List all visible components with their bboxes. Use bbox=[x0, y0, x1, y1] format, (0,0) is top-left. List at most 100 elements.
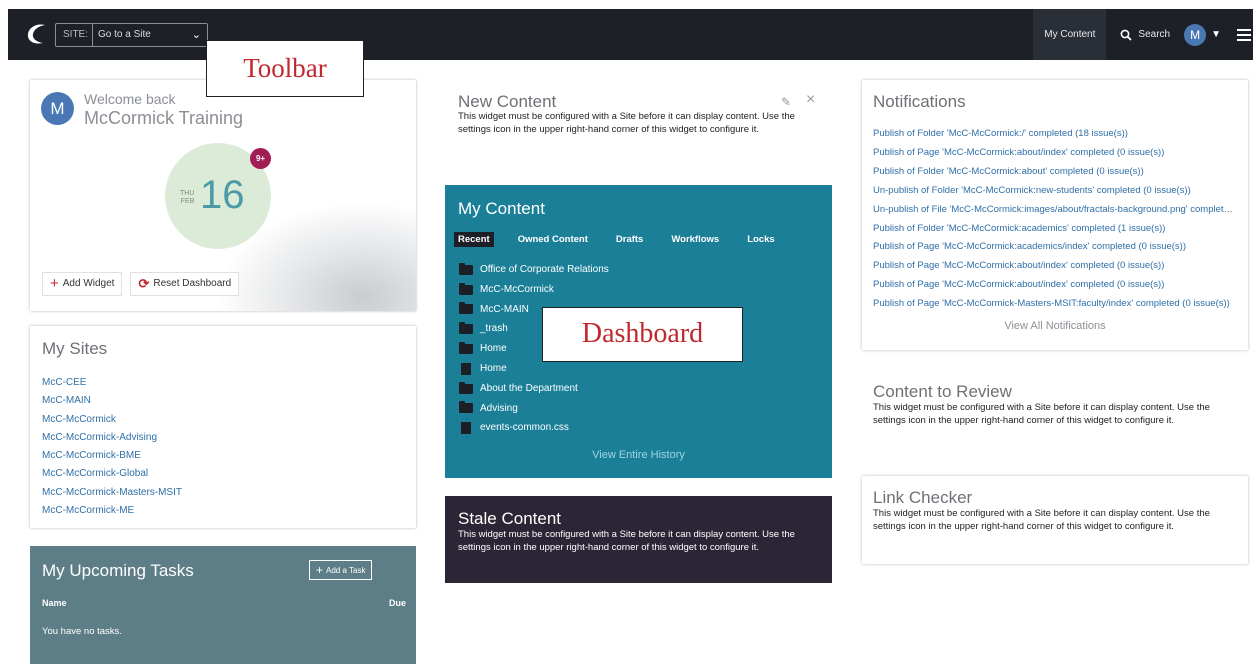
notifications-widget: Notifications Publish of Folder 'McC-McC… bbox=[862, 80, 1248, 350]
content-to-review-title: Content to Review bbox=[873, 382, 1012, 401]
list-item-label: Office of Corporate Relations bbox=[480, 264, 609, 275]
site-select-label: SITE: bbox=[63, 29, 89, 40]
tasks-title: My Upcoming Tasks bbox=[42, 561, 194, 580]
link-checker-title: Link Checker bbox=[873, 488, 973, 507]
new-content-widget: New Content ✎ × This widget must be conf… bbox=[446, 80, 832, 170]
view-all-notifications-link[interactable]: View All Notifications bbox=[862, 320, 1248, 332]
content-to-review-message: This widget must be configured with a Si… bbox=[873, 402, 1210, 426]
cascade-logo-icon[interactable] bbox=[23, 20, 51, 48]
link-checker-widget: Link Checker This widget must be configu… bbox=[862, 476, 1248, 564]
list-item[interactable]: About the Department bbox=[459, 379, 609, 399]
folder-icon bbox=[459, 401, 473, 414]
page-icon bbox=[461, 362, 471, 375]
date-month: FEB bbox=[180, 198, 195, 205]
upcoming-tasks-widget: My Upcoming Tasks + Add a Task Name Due Y… bbox=[30, 546, 416, 664]
welcome-greeting: Welcome back bbox=[84, 91, 176, 107]
chevron-down-icon[interactable]: ▼ bbox=[1211, 29, 1221, 40]
site-link[interactable]: McC-McCormick-Advising bbox=[42, 429, 182, 447]
notification-link[interactable]: Publish of Folder 'McC-McCormick:about' … bbox=[873, 163, 1235, 182]
my-content-title: My Content bbox=[458, 199, 545, 218]
notifications-title: Notifications bbox=[873, 92, 966, 111]
site-link[interactable]: McC-MAIN bbox=[42, 392, 182, 410]
notification-link[interactable]: Un-publish of Folder 'McC-McCormick:new-… bbox=[873, 182, 1235, 201]
reset-dashboard-label: Reset Dashboard bbox=[153, 278, 232, 289]
plus-icon: + bbox=[50, 275, 59, 292]
file-icon bbox=[461, 422, 471, 435]
toolbar-right: My Content Search M ▼ bbox=[1033, 9, 1253, 60]
site-select[interactable]: SITE: Go to a Site ⌄ bbox=[55, 23, 208, 47]
notification-link[interactable]: Publish of Page 'McC-McCormick:about/ind… bbox=[873, 257, 1235, 276]
my-content-link[interactable]: My Content bbox=[1033, 9, 1107, 60]
site-link[interactable]: McC-CEE bbox=[42, 374, 182, 392]
notification-link[interactable]: Publish of Page 'McC-McCormick-Masters-M… bbox=[873, 295, 1235, 314]
tab-locks[interactable]: Locks bbox=[743, 232, 778, 247]
list-item-label: _trash bbox=[480, 323, 508, 335]
date-weekday: THU bbox=[180, 190, 195, 197]
tasks-col-name[interactable]: Name bbox=[42, 598, 67, 608]
tasks-col-due[interactable]: Due bbox=[389, 598, 406, 608]
add-task-button[interactable]: + Add a Task bbox=[309, 560, 373, 580]
toolbar: SITE: Go to a Site ⌄ My Content Search M … bbox=[8, 9, 1253, 60]
stale-content-title: Stale Content bbox=[458, 509, 562, 528]
date-day: 16 bbox=[200, 173, 245, 217]
tab-drafts[interactable]: Drafts bbox=[612, 232, 647, 247]
list-item[interactable]: Advising bbox=[459, 399, 609, 419]
date-weekday-month: THU FEB bbox=[180, 190, 194, 206]
view-entire-history-link[interactable]: View Entire History bbox=[445, 449, 832, 461]
stale-content-widget: Stale Content This widget must be config… bbox=[445, 496, 832, 583]
add-widget-button[interactable]: + Add Widget bbox=[42, 272, 123, 296]
refresh-icon: ⟳ bbox=[138, 276, 150, 291]
hamburger-menu-icon[interactable] bbox=[1237, 26, 1251, 44]
notification-link[interactable]: Publish of Page 'McC-McCormick:about/ind… bbox=[873, 144, 1235, 163]
my-sites-list: McC-CEE McC-MAIN McC-McCormick McC-McCor… bbox=[42, 374, 182, 520]
list-item-label: Home bbox=[480, 362, 507, 374]
list-item[interactable]: Office of Corporate Relations bbox=[459, 260, 609, 280]
notification-link[interactable]: Publish of Folder 'McC-McCormick:/' comp… bbox=[873, 125, 1235, 144]
toolbar-annotation: Toolbar bbox=[206, 40, 364, 97]
content-to-review-widget: Content to Review This widget must be co… bbox=[862, 370, 1248, 468]
list-item-label: McC-McCormick bbox=[480, 283, 554, 295]
notification-link[interactable]: Publish of Folder 'McC-McCormick:academi… bbox=[873, 220, 1235, 239]
new-content-message: This widget must be configured with a Si… bbox=[458, 111, 795, 135]
plus-icon: + bbox=[316, 563, 324, 577]
user-avatar[interactable]: M bbox=[1184, 23, 1207, 46]
tab-recent[interactable]: Recent bbox=[454, 232, 494, 247]
my-sites-title: My Sites bbox=[42, 339, 108, 358]
dashboard-annotation: Dashboard bbox=[542, 307, 743, 362]
search-icon bbox=[1121, 29, 1133, 41]
add-widget-label: Add Widget bbox=[62, 278, 115, 289]
notification-link[interactable]: Publish of Page 'McC-McCormick:about/ind… bbox=[873, 276, 1235, 295]
site-link[interactable]: McC-McCormick-Masters-MSIT bbox=[42, 484, 182, 502]
site-link[interactable]: McC-McCormick-ME bbox=[42, 502, 182, 520]
close-icon[interactable]: × bbox=[806, 91, 815, 109]
site-link[interactable]: McC-McCormick bbox=[42, 411, 182, 429]
list-item[interactable]: events-common.css bbox=[459, 418, 609, 438]
folder-icon bbox=[459, 302, 473, 315]
my-content-tabs: Recent Owned Content Drafts Workflows Lo… bbox=[454, 232, 799, 247]
reset-dashboard-button[interactable]: ⟳ Reset Dashboard bbox=[130, 272, 240, 296]
notifications-list: Publish of Folder 'McC-McCormick:/' comp… bbox=[873, 125, 1235, 314]
new-content-title: New Content bbox=[458, 92, 557, 111]
add-task-label: Add a Task bbox=[326, 566, 366, 575]
pencil-icon[interactable]: ✎ bbox=[781, 95, 791, 109]
stale-content-message: This widget must be configured with a Si… bbox=[458, 529, 795, 553]
my-sites-widget: My Sites McC-CEE McC-MAIN McC-McCormick … bbox=[30, 326, 416, 528]
notification-link[interactable]: Publish of Page 'McC-McCormick:academics… bbox=[873, 238, 1235, 257]
site-link[interactable]: McC-McCormick-Global bbox=[42, 465, 182, 483]
notification-badge[interactable]: 9+ bbox=[250, 148, 271, 169]
tab-owned-content[interactable]: Owned Content bbox=[514, 232, 592, 247]
welcome-actions: + Add Widget ⟳ Reset Dashboard bbox=[42, 272, 240, 296]
folder-icon bbox=[459, 262, 473, 275]
search-link[interactable]: Search bbox=[1106, 29, 1184, 41]
notification-link[interactable]: Un-publish of File 'McC-McCormick:images… bbox=[873, 201, 1235, 220]
list-item-label: Home bbox=[480, 343, 507, 355]
list-item[interactable]: McC-McCormick bbox=[459, 280, 609, 300]
site-link[interactable]: McC-McCormick-BME bbox=[42, 447, 182, 465]
search-label: Search bbox=[1138, 29, 1171, 40]
tab-workflows[interactable]: Workflows bbox=[667, 232, 723, 247]
folder-icon bbox=[459, 322, 473, 335]
list-item-label: McC-MAIN bbox=[480, 303, 529, 315]
list-item-label: events-common.css bbox=[480, 422, 569, 434]
link-checker-message: This widget must be configured with a Si… bbox=[873, 508, 1210, 532]
chevron-down-icon: ⌄ bbox=[191, 29, 201, 41]
